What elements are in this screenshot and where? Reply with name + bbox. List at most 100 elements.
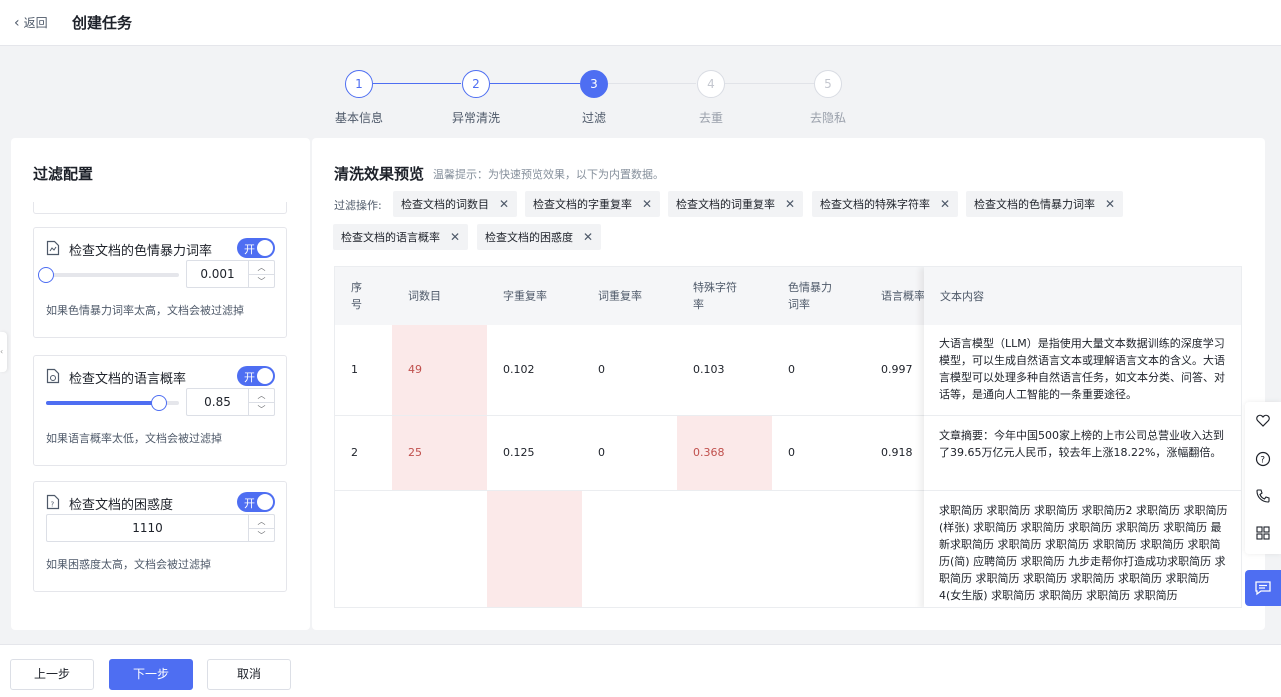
step-anomaly-cleaning[interactable]: 2 异常清洗 (436, 70, 516, 126)
threshold-input[interactable]: 0.001 ︿ ﹀ (186, 260, 275, 288)
cell-special: 0.103 (693, 363, 725, 376)
row-divider (924, 490, 1241, 491)
step-label: 基本信息 (334, 111, 383, 125)
phone-icon[interactable] (1255, 488, 1271, 504)
close-icon[interactable]: ✕ (450, 230, 460, 244)
threshold-value: 0.001 (200, 267, 235, 281)
filter-chip[interactable]: 检查文档的特殊字符率 ✕ (812, 191, 959, 217)
slider-fill (46, 401, 160, 405)
cell-porn: 0 (788, 446, 795, 459)
chip-label: 检查文档的词数目 (401, 198, 489, 211)
filter-chip[interactable]: 检查文档的困惑度 ✕ (477, 224, 602, 250)
step-label: 去重 (698, 111, 723, 125)
column-header: 序号 (335, 267, 392, 325)
highlight-cell (677, 416, 772, 491)
card-title: 检查文档的色情暴力词率 (69, 244, 213, 259)
enable-toggle[interactable]: 开 (237, 492, 275, 512)
cell-char-rep: 0.125 (503, 446, 535, 459)
preview-title: 清洗效果预览 (334, 165, 425, 183)
step-privacy[interactable]: 5 去隐私 (788, 70, 868, 126)
prev-step-button[interactable]: 上一步 (10, 659, 94, 690)
column-header: 语言概率 (867, 267, 924, 325)
decrement-icon[interactable]: ﹀ (249, 529, 274, 542)
filter-chip[interactable]: 检查文档的词数目 ✕ (393, 191, 518, 217)
card-title: 检查文档的困惑度 (69, 498, 174, 513)
close-icon[interactable]: ✕ (499, 197, 509, 211)
chip-label: 检查文档的词重复率 (676, 198, 775, 211)
preview-table: 序号 词数目 字重复率 词重复率 特殊字符率 色情暴力词率 语言概率 1 49 … (334, 266, 1242, 608)
cell-words: 49 (408, 363, 422, 376)
close-icon[interactable]: ✕ (785, 197, 795, 211)
decrement-icon[interactable]: ﹀ (249, 403, 274, 416)
decrement-icon[interactable]: ﹀ (249, 275, 274, 288)
top-header: ‹ 返回 创建任务 (0, 0, 1281, 46)
document-icon (46, 368, 60, 384)
increment-icon[interactable]: ︿ (249, 389, 274, 403)
heart-icon[interactable] (1255, 412, 1271, 428)
filter-card-language-prob: 检查文档的语言概率 开 0.85 ︿ ﹀ 如果语言概率太低，文档会被过滤掉 (33, 355, 287, 466)
chat-button[interactable] (1245, 570, 1281, 606)
cell-lang: 0.997 (881, 363, 913, 376)
panel-title: 过滤配置 (33, 165, 94, 183)
cell-index: 2 (351, 446, 358, 459)
chevron-left-icon: ‹ (14, 14, 20, 31)
slider-thumb[interactable] (151, 395, 168, 411)
enable-toggle[interactable]: 开 (237, 238, 275, 258)
preview-tip: 温馨提示：为快速预览效果，以下为内置数据。 (433, 168, 664, 181)
collapse-handle[interactable]: ‹ (0, 332, 7, 372)
cell-index: 1 (351, 363, 358, 376)
help-icon[interactable]: ? (1255, 451, 1271, 467)
next-step-button[interactable]: 下一步 (109, 659, 193, 690)
step-dedup[interactable]: 4 去重 (671, 70, 751, 126)
floating-toolbar: ? (1245, 402, 1281, 554)
filter-chip[interactable]: 检查文档的词重复率 ✕ (668, 191, 804, 217)
increment-icon[interactable]: ︿ (249, 515, 274, 529)
enable-toggle[interactable]: 开 (237, 366, 275, 386)
card-title: 检查文档的语言概率 (69, 372, 187, 387)
cell-words: 25 (408, 446, 422, 459)
filter-chip[interactable]: 检查文档的语言概率 ✕ (333, 224, 469, 250)
filter-ops-label: 过滤操作: (334, 199, 382, 212)
step-number: 4 (697, 70, 725, 98)
threshold-slider[interactable] (46, 395, 179, 411)
filter-chip[interactable]: 检查文档的色情暴力词率 ✕ (966, 191, 1124, 217)
slider-thumb[interactable] (38, 267, 54, 283)
step-basic-info[interactable]: 1 基本信息 (319, 70, 399, 126)
document-icon: ? (46, 494, 60, 510)
threshold-input[interactable]: 0.85 ︿ ﹀ (186, 388, 275, 416)
column-header: 色情暴力词率 (772, 267, 867, 325)
close-icon[interactable]: ✕ (642, 197, 652, 211)
step-filter[interactable]: 3 过滤 (554, 70, 634, 126)
close-icon[interactable]: ✕ (940, 197, 950, 211)
cancel-button[interactable]: 取消 (207, 659, 291, 690)
svg-text:?: ? (51, 501, 55, 509)
step-progress: 1 基本信息 2 异常清洗 3 过滤 4 去重 5 去隐私 (0, 46, 1281, 138)
threshold-input[interactable]: 1110 ︿ ﹀ (46, 514, 275, 542)
highlight-cell (487, 491, 582, 607)
back-link[interactable]: ‹ 返回 (14, 14, 48, 31)
svg-text:?: ? (1260, 456, 1265, 466)
grid-icon[interactable] (1255, 525, 1271, 541)
chip-label: 检查文档的色情暴力词率 (974, 198, 1095, 211)
step-number: 3 (580, 70, 608, 98)
toggle-label: 开 (244, 243, 255, 256)
column-header: 词数目 (392, 267, 487, 325)
threshold-slider[interactable] (38, 267, 179, 283)
card-hint: 如果色情暴力词率太高，文档会被过滤掉 (46, 304, 244, 317)
column-header: 词重复率 (582, 267, 677, 325)
chip-label: 检查文档的特殊字符率 (820, 198, 930, 211)
close-icon[interactable]: ✕ (1105, 197, 1115, 211)
close-icon[interactable]: ✕ (583, 230, 593, 244)
filter-card-perplexity: ? 检查文档的困惑度 开 1110 ︿ ﹀ 如果困惑度太高，文档会被过滤掉 (33, 481, 287, 592)
card-hint: 如果困惑度太高，文档会被过滤掉 (46, 558, 211, 571)
row-divider (335, 490, 924, 491)
step-label: 去隐私 (809, 111, 846, 125)
step-label: 异常清洗 (451, 111, 500, 125)
threshold-value: 0.85 (204, 395, 231, 409)
document-icon (46, 240, 60, 256)
filter-card-porn-violence: 检查文档的色情暴力词率 开 0.001 ︿ ﹀ 如果色情暴力词率太高，文档会被过滤… (33, 227, 287, 338)
filter-chip[interactable]: 检查文档的字重复率 ✕ (525, 191, 661, 217)
column-header: 特殊字符率 (677, 267, 772, 325)
increment-icon[interactable]: ︿ (249, 261, 274, 275)
back-label: 返回 (23, 16, 48, 30)
